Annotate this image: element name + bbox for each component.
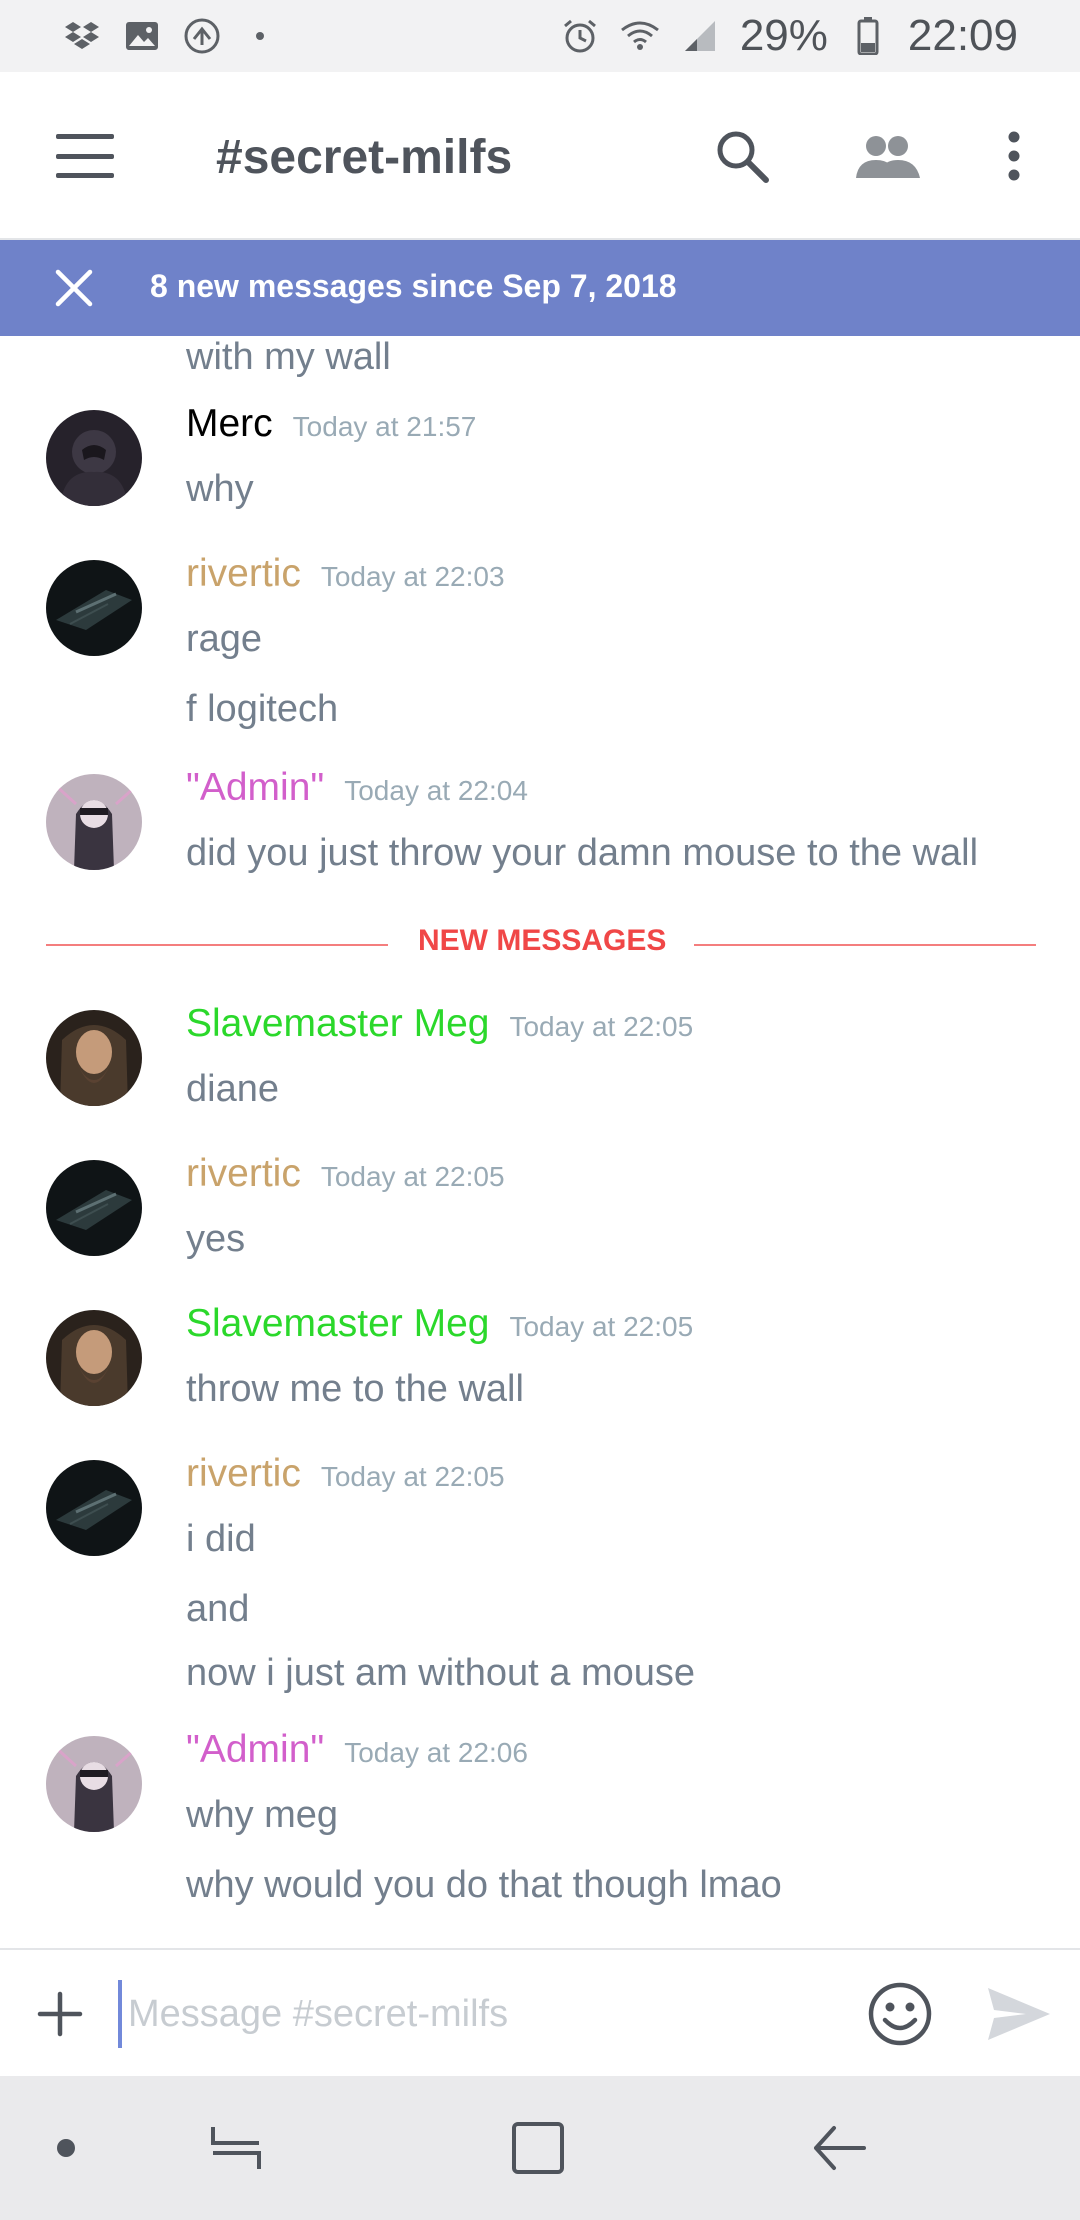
avatar[interactable] <box>46 1736 142 1832</box>
dropbox-icon <box>62 16 102 56</box>
message-composer <box>0 1948 1080 2076</box>
message-text: i did <box>186 1518 256 1560</box>
timestamp: Today at 22:06 <box>344 1737 528 1768</box>
avatar[interactable] <box>46 1160 142 1256</box>
author-name[interactable]: rivertic <box>186 1452 301 1496</box>
timestamp: Today at 22:05 <box>320 1161 505 1192</box>
divider-label: NEW MESSAGES <box>418 924 667 957</box>
avatar[interactable] <box>46 410 142 506</box>
recents-icon[interactable] <box>204 2116 268 2180</box>
message-text: yes <box>186 1218 246 1260</box>
author-name[interactable]: Slavemaster Meg <box>186 1302 489 1346</box>
avatar[interactable] <box>46 1310 142 1406</box>
avatar[interactable] <box>46 1010 142 1106</box>
home-icon[interactable] <box>506 2116 570 2180</box>
gallery-icon <box>122 16 162 56</box>
status-bar: 29% 22:09 <box>0 0 1080 72</box>
divider-line-left <box>46 944 388 946</box>
timestamp: Today at 22:03 <box>320 561 505 592</box>
new-messages-text[interactable]: 8 new messages since Sep 7, 2018 <box>150 268 677 305</box>
menu-icon[interactable] <box>56 134 114 178</box>
back-icon[interactable] <box>808 2116 872 2180</box>
timestamp: Today at 22:05 <box>320 1461 505 1492</box>
notification-dot-icon <box>256 32 264 40</box>
battery-percent: 29% <box>739 11 828 60</box>
more-vertical-icon[interactable] <box>978 120 1050 192</box>
message-list[interactable]: with my wall Merc Today at 21:57 why riv… <box>0 336 1080 1948</box>
wifi-icon <box>620 16 660 56</box>
author-name[interactable]: "Admin" <box>186 1728 324 1772</box>
timestamp: Today at 22:05 <box>509 1311 694 1342</box>
author-name[interactable]: rivertic <box>186 552 301 596</box>
alarm-icon <box>560 16 600 56</box>
timestamp: Today at 22:04 <box>344 775 528 806</box>
message-text: why would you do that though lmao <box>186 1864 782 1906</box>
message-text: now i just am without a mouse <box>186 1652 696 1694</box>
sync-icon <box>182 16 222 56</box>
avatar[interactable] <box>46 774 142 870</box>
battery-icon <box>848 16 888 56</box>
emoji-icon[interactable] <box>866 1980 934 2048</box>
author-name[interactable]: "Admin" <box>186 766 324 810</box>
status-bar-left <box>62 16 264 56</box>
message-text: rage <box>186 618 263 660</box>
system-nav-bar <box>0 2076 1080 2220</box>
timestamp: Today at 21:57 <box>292 411 477 442</box>
message-text: and <box>186 1588 250 1630</box>
new-messages-bar[interactable]: 8 new messages since Sep 7, 2018 <box>0 240 1080 336</box>
members-icon[interactable] <box>852 120 924 192</box>
send-icon[interactable] <box>986 1986 1052 2042</box>
divider-line-right <box>694 944 1036 946</box>
message-text: did you just throw your damn mouse to th… <box>186 832 979 874</box>
clock-time: 22:09 <box>907 11 1018 60</box>
author-name[interactable]: rivertic <box>186 1152 301 1196</box>
dot-icon[interactable] <box>34 2116 98 2180</box>
author-name[interactable]: Merc <box>186 402 273 446</box>
app-bar: #secret-milfs <box>0 72 1080 240</box>
message-text: diane <box>186 1068 279 1110</box>
status-bar-right: 29% 22:09 <box>560 11 1018 61</box>
message-input[interactable] <box>118 1980 838 2048</box>
channel-title[interactable]: #secret-milfs <box>216 130 512 185</box>
timestamp: Today at 22:05 <box>509 1011 694 1042</box>
signal-icon <box>680 16 720 56</box>
message-text: why <box>186 468 254 510</box>
avatar[interactable] <box>46 1460 142 1556</box>
search-icon[interactable] <box>706 120 778 192</box>
author-name[interactable]: Slavemaster Meg <box>186 1002 489 1046</box>
message-text: why meg <box>186 1794 339 1836</box>
new-messages-divider: NEW MESSAGES <box>46 924 1036 964</box>
message-text: f logitech <box>186 688 339 730</box>
message-text: with my wall <box>186 336 391 378</box>
close-icon[interactable] <box>50 264 98 312</box>
plus-icon[interactable] <box>36 1990 84 2038</box>
message-text: throw me to the wall <box>186 1368 524 1410</box>
avatar[interactable] <box>46 560 142 656</box>
